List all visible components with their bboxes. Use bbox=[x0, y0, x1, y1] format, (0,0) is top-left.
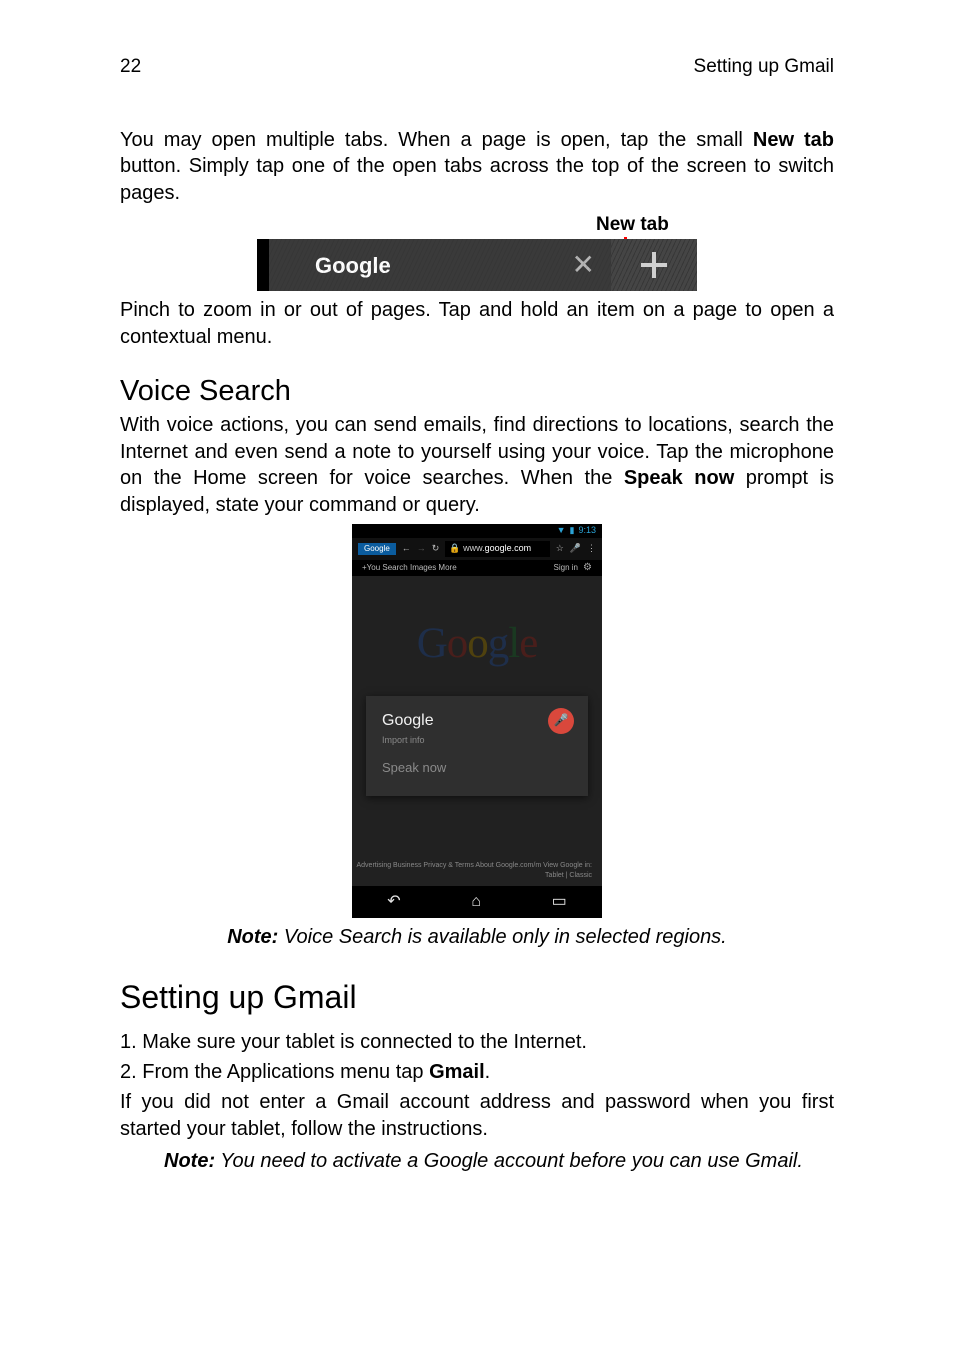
page-body: Google 🎤 Google Import info Speak now Ad… bbox=[352, 576, 602, 886]
microphone-icon[interactable]: 🎤 bbox=[548, 708, 574, 734]
voice-search-heading: Voice Search bbox=[120, 372, 834, 410]
signin-link[interactable]: Sign in bbox=[554, 563, 578, 572]
status-bar: ▼ ▮ 9:13 bbox=[352, 524, 602, 538]
back-nav-icon[interactable]: ↶ bbox=[387, 891, 400, 912]
pinch-paragraph: Pinch to zoom in or out of pages. Tap an… bbox=[120, 297, 834, 350]
mic-icon[interactable]: 🎤 bbox=[570, 543, 581, 555]
page-number: 22 bbox=[120, 54, 141, 79]
intro-paragraph: You may open multiple tabs. When a page … bbox=[120, 127, 834, 206]
new-tab-button[interactable] bbox=[611, 239, 697, 291]
intro-text-post: button. Simply tap one of the open tabs … bbox=[120, 155, 834, 203]
topbar-links[interactable]: +You Search Images More bbox=[362, 563, 457, 574]
wifi-icon: ▼ bbox=[557, 525, 566, 537]
star-icon[interactable]: ☆ bbox=[556, 543, 564, 555]
card-title: Google bbox=[382, 710, 572, 731]
note-text: You need to activate a Google account be… bbox=[215, 1150, 803, 1172]
page-footer-links[interactable]: Advertising Business Privacy & Terms Abo… bbox=[352, 861, 602, 879]
forward-icon[interactable]: → bbox=[417, 543, 426, 555]
plus-icon bbox=[652, 252, 656, 278]
speak-now-label: Speak now bbox=[382, 759, 572, 776]
tabstrip-edge bbox=[257, 239, 269, 291]
back-icon[interactable]: ← bbox=[402, 543, 411, 555]
voice-paragraph: With voice actions, you can send emails,… bbox=[120, 412, 834, 518]
voice-prompt-card: 🎤 Google Import info Speak now bbox=[366, 696, 588, 796]
intro-text: You may open multiple tabs. When a page … bbox=[120, 129, 753, 151]
browser-tabstrip: Google ✕ bbox=[257, 239, 697, 291]
reload-icon[interactable]: ↻ bbox=[432, 543, 440, 555]
gmail-heading: Setting up Gmail bbox=[120, 976, 834, 1018]
tab-chip[interactable]: Google bbox=[358, 543, 396, 556]
home-nav-icon[interactable]: ⌂ bbox=[471, 891, 481, 912]
speak-now-screenshot: ▼ ▮ 9:13 Google ← → ↻ 🔒 www.google.com ☆… bbox=[352, 524, 602, 918]
note-label: Note: bbox=[164, 1150, 215, 1172]
url-field[interactable]: 🔒 www.google.com bbox=[445, 541, 549, 557]
note-label: Note: bbox=[227, 926, 278, 948]
recent-nav-icon[interactable]: ▭ bbox=[552, 891, 567, 912]
running-head: Setting up Gmail bbox=[694, 54, 834, 79]
android-navbar: ↶ ⌂ ▭ bbox=[352, 886, 602, 918]
menu-icon[interactable]: ⋮ bbox=[587, 543, 596, 555]
url-bar[interactable]: Google ← → ↻ 🔒 www.google.com ☆ 🎤 ⋮ bbox=[352, 538, 602, 560]
voice-note: Note: Voice Search is available only in … bbox=[120, 924, 834, 950]
gmail-step-2: 2. From the Applications menu tap Gmail. bbox=[120, 1059, 834, 1085]
battery-icon: ▮ bbox=[570, 525, 575, 537]
gmail-paragraph: If you did not enter a Gmail account add… bbox=[120, 1089, 834, 1142]
active-tab[interactable]: Google ✕ bbox=[269, 239, 611, 291]
newtab-illustration: New tab Google ✕ bbox=[120, 212, 834, 291]
note-text: Voice Search is available only in select… bbox=[278, 926, 726, 948]
speak-now-term: Speak now bbox=[624, 467, 734, 489]
gear-icon[interactable]: ⚙ bbox=[580, 562, 592, 573]
gmail-note: Note: You need to activate a Google acco… bbox=[164, 1148, 834, 1174]
google-topbar: +You Search Images More Sign in ⚙ bbox=[352, 560, 602, 576]
gmail-step-1: 1. Make sure your tablet is connected to… bbox=[120, 1029, 834, 1055]
card-subtitle: Import info bbox=[382, 735, 572, 747]
gmail-term: Gmail bbox=[429, 1061, 485, 1083]
status-time: 9:13 bbox=[578, 525, 596, 537]
lock-icon: 🔒 bbox=[449, 543, 460, 553]
newtab-callout-label: New tab bbox=[596, 214, 669, 235]
new-tab-term: New tab bbox=[753, 129, 834, 151]
page-header: 22 Setting up Gmail bbox=[120, 54, 834, 79]
